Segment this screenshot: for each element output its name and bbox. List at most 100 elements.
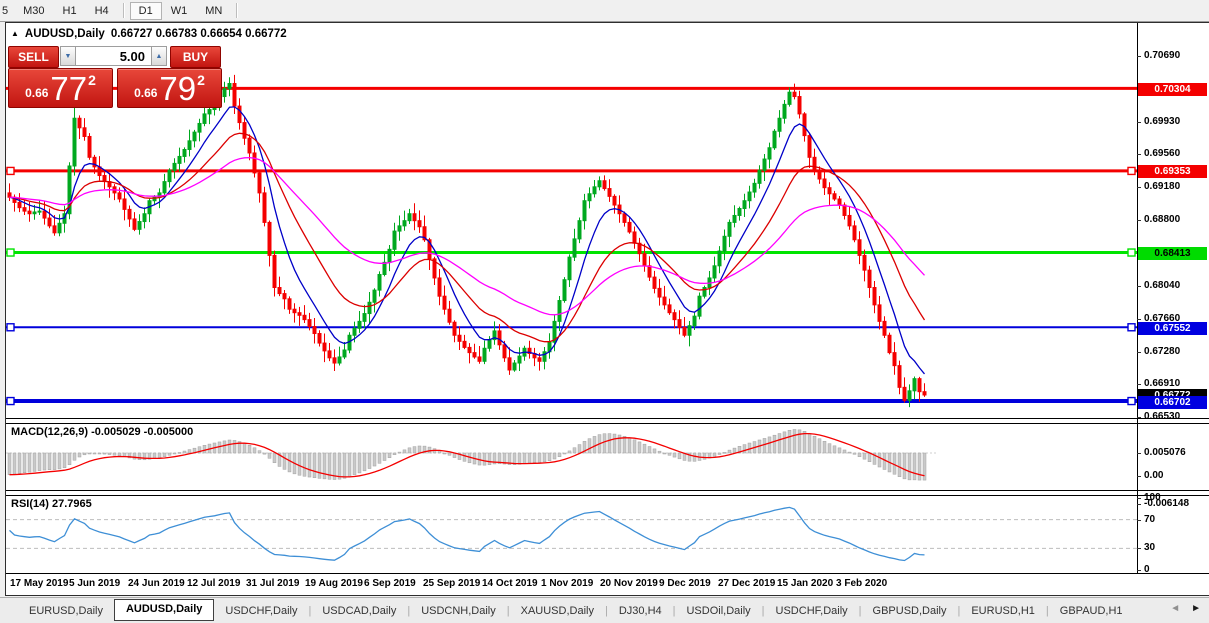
chart-tab-USDCHF-Daily[interactable]: USDCHF,Daily xyxy=(214,600,308,622)
price-tick-mark xyxy=(1137,122,1141,123)
rsi-pane-canvas[interactable] xyxy=(6,495,1137,573)
indicator-tick-label: 70 xyxy=(1144,514,1155,525)
date-label: 27 Dec 2019 xyxy=(718,578,775,589)
timeframe-toolbar: 5M30H1H4 D1W1MN xyxy=(0,0,1209,22)
price-tick-label: 0.69930 xyxy=(1144,116,1180,127)
indicator-tick-mark xyxy=(1137,476,1141,477)
indicator-tick-mark xyxy=(1137,520,1141,521)
sell-quote-button[interactable]: 0.66 77 2 xyxy=(8,68,113,108)
candles xyxy=(8,75,926,407)
price-tick-label: 0.67280 xyxy=(1144,346,1180,357)
date-label: 5 Jun 2019 xyxy=(69,578,120,589)
timeframe-button-H1[interactable]: H1 xyxy=(54,2,86,20)
horizontal-line-0.66702[interactable] xyxy=(6,398,1137,405)
indicator-tick-mark xyxy=(1137,498,1141,499)
price-badge-0.67552: 0.67552 xyxy=(1138,322,1207,335)
price-tick-label: 0.68800 xyxy=(1144,214,1180,225)
timeframe-button-5[interactable]: 5 xyxy=(0,2,14,20)
date-label: 17 May 2019 xyxy=(10,578,68,589)
sell-button[interactable]: SELL xyxy=(8,46,59,68)
timeframe-button-W1[interactable]: W1 xyxy=(162,2,197,20)
chart-tab-USDCHF-Daily[interactable]: USDCHF,Daily xyxy=(765,600,859,622)
macd-signal-line xyxy=(10,434,925,477)
volume-decrease-button[interactable]: ▼ xyxy=(60,46,76,66)
price-tick-mark xyxy=(1137,417,1141,418)
price-axis[interactable]: 0.706900.699300.695600.691800.688000.680… xyxy=(1137,23,1209,574)
chart-tab-DJ30-H4[interactable]: DJ30,H4 xyxy=(608,600,673,622)
price-tick-mark xyxy=(1137,154,1141,155)
price-tick-label: 0.66910 xyxy=(1144,378,1180,389)
macd-label: MACD(12,26,9) -0.005029 -0.005000 xyxy=(11,426,193,438)
date-label: 25 Sep 2019 xyxy=(423,578,480,589)
indicator-tick-mark xyxy=(1137,504,1141,505)
indicator-tick-mark xyxy=(1137,570,1141,571)
chart-tab-USDCAD-Daily[interactable]: USDCAD,Daily xyxy=(311,600,407,622)
sell-price-sup: 2 xyxy=(88,72,96,88)
chart-tab-USDCNH-Daily[interactable]: USDCNH,Daily xyxy=(410,600,507,622)
rsi-line xyxy=(10,507,925,560)
horizontal-line-0.68413[interactable] xyxy=(6,249,1137,256)
moving-average-8 xyxy=(10,107,925,374)
date-label: 24 Jun 2019 xyxy=(128,578,185,589)
volume-increase-button[interactable]: ▲ xyxy=(151,46,167,66)
chart-tab-GBPUSD-Daily[interactable]: GBPUSD,Daily xyxy=(862,600,958,622)
price-tick-mark xyxy=(1137,352,1141,353)
buy-price-prefix: 0.66 xyxy=(134,86,157,100)
date-label: 14 Oct 2019 xyxy=(482,578,538,589)
date-label: 15 Jan 2020 xyxy=(777,578,833,589)
date-label: 12 Jul 2019 xyxy=(187,578,240,589)
price-tick-mark xyxy=(1137,384,1141,385)
price-tick-mark xyxy=(1137,56,1141,57)
sell-price-prefix: 0.66 xyxy=(25,86,48,100)
chart-tab-GBPAUD-H1[interactable]: GBPAUD,H1 xyxy=(1049,600,1134,622)
trading-terminal: 5M30H1H4 D1W1MN ▲ AUDUSD,Daily 0.66727 0.… xyxy=(0,0,1209,623)
date-label: 20 Nov 2019 xyxy=(600,578,658,589)
moving-average-20 xyxy=(10,133,925,341)
indicator-tick-label: 100 xyxy=(1144,492,1161,503)
price-tick-label: 0.68040 xyxy=(1144,280,1180,291)
price-tick-mark xyxy=(1137,187,1141,188)
tab-scroll-left-button[interactable]: ◄ xyxy=(1170,603,1180,615)
moving-average-45 xyxy=(10,158,925,315)
chart-window: ▲ AUDUSD,Daily 0.66727 0.66783 0.66654 0… xyxy=(5,22,1209,596)
chart-tab-AUDUSD-Daily[interactable]: AUDUSD,Daily xyxy=(114,599,214,621)
horizontal-lines xyxy=(6,88,1137,404)
date-label: 31 Jul 2019 xyxy=(246,578,299,589)
toolbar-separator xyxy=(123,3,125,18)
timeframe-button-M30[interactable]: M30 xyxy=(14,2,53,20)
timeframe-button-D1[interactable]: D1 xyxy=(130,2,162,20)
volume-input[interactable]: 5.00 xyxy=(76,46,151,66)
volume-stepper: ▼ 5.00 ▲ xyxy=(60,46,167,66)
indicator-tick-mark xyxy=(1137,548,1141,549)
price-badge-0.70304: 0.70304 xyxy=(1138,83,1207,96)
chart-tab-EURUSD-Daily[interactable]: EURUSD,Daily xyxy=(18,600,114,622)
toolbar-separator xyxy=(236,3,238,18)
timeframe-button-MN[interactable]: MN xyxy=(196,2,231,20)
date-label: 9 Dec 2019 xyxy=(659,578,711,589)
date-label: 19 Aug 2019 xyxy=(305,578,363,589)
time-axis[interactable]: 17 May 20195 Jun 2019 24 Jun 201912 Jul 2… xyxy=(6,574,1209,594)
price-tick-label: 0.69180 xyxy=(1144,181,1180,192)
tab-scroll-right-button[interactable]: ► xyxy=(1191,603,1201,615)
chart-tab-bar: EURUSD,DailyAUDUSD,DailyUSDCHF,Daily|USD… xyxy=(0,597,1209,623)
indicator-tick-label: 0.005076 xyxy=(1144,447,1186,458)
horizontal-line-0.67552[interactable] xyxy=(6,324,1137,331)
price-tick-mark xyxy=(1137,286,1141,287)
price-badge-0.68413: 0.68413 xyxy=(1138,247,1207,260)
timeframe-button-H4[interactable]: H4 xyxy=(86,2,118,20)
price-tick-mark xyxy=(1137,220,1141,221)
price-badge-0.69353: 0.69353 xyxy=(1138,165,1207,178)
buy-quote-button[interactable]: 0.66 79 2 xyxy=(117,68,222,108)
chart-tab-XAUUSD-Daily[interactable]: XAUUSD,Daily xyxy=(510,600,605,622)
buy-button[interactable]: BUY xyxy=(170,46,221,68)
chart-tab-USDOil-Daily[interactable]: USDOil,Daily xyxy=(675,600,761,622)
price-tick-label: 0.70690 xyxy=(1144,50,1180,61)
price-tick-label: 0.66530 xyxy=(1144,411,1180,422)
date-label: 1 Nov 2019 xyxy=(541,578,593,589)
sell-price-big: 77 xyxy=(50,74,87,104)
date-label: 3 Feb 2020 xyxy=(836,578,887,589)
indicator-tick-mark xyxy=(1137,453,1141,454)
tab-scroll-nav: ◄ ► xyxy=(1170,603,1201,615)
chart-tab-EURUSD-H1[interactable]: EURUSD,H1 xyxy=(960,600,1046,622)
buy-price-sup: 2 xyxy=(197,72,205,88)
